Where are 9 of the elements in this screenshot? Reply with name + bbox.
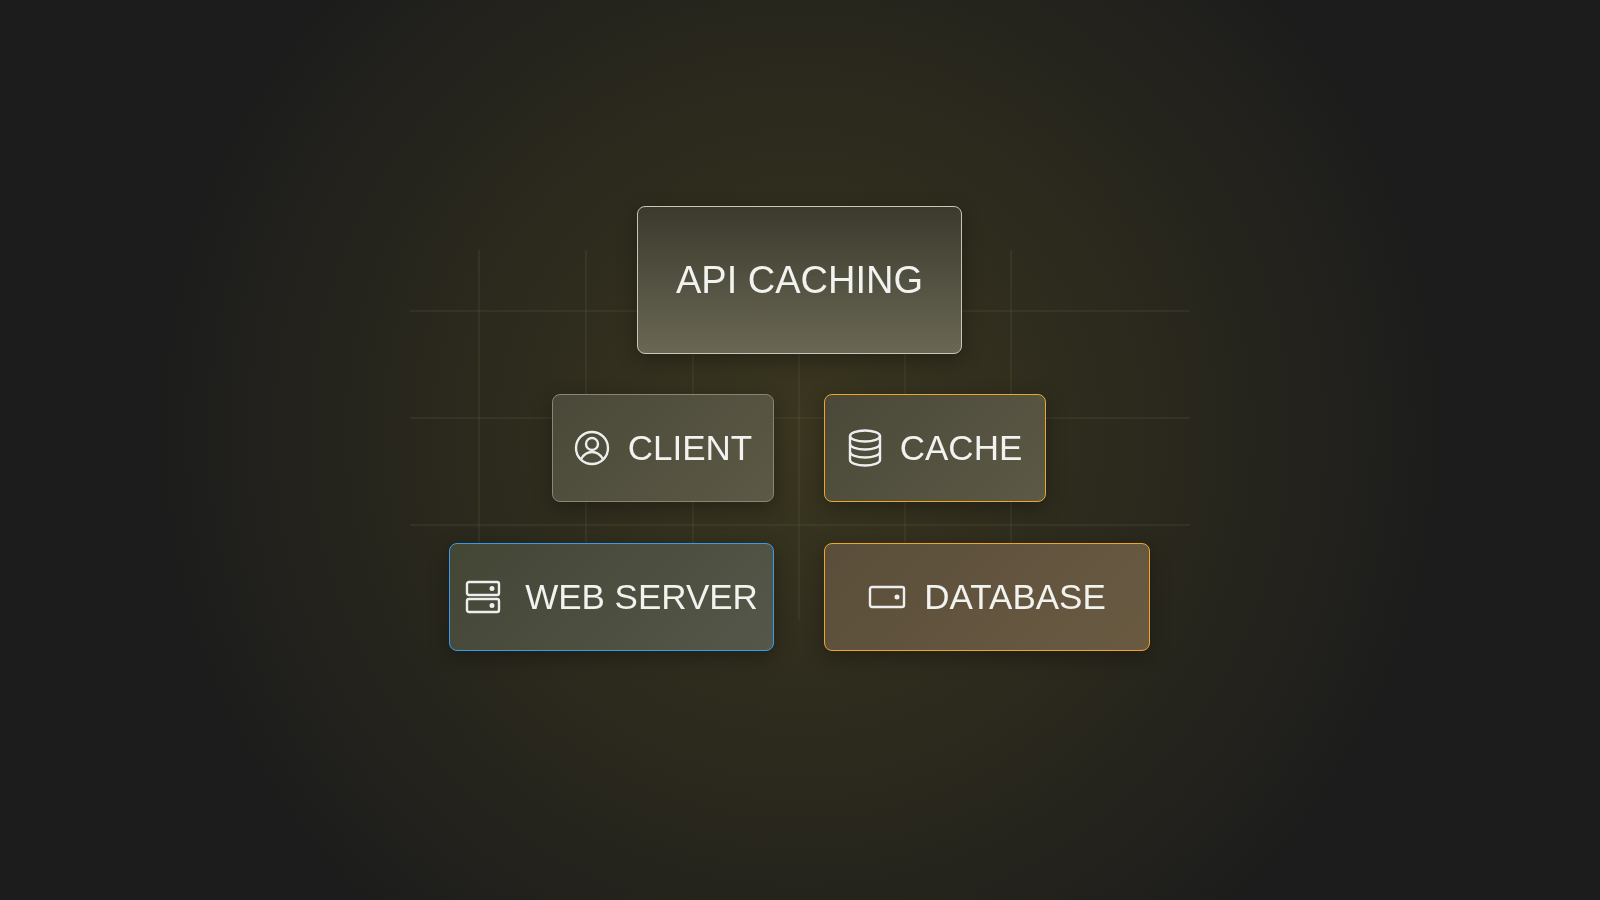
node-label: API CACHING (675, 258, 923, 302)
user-icon (573, 430, 610, 466)
node-label: CLIENT (627, 428, 753, 468)
node-label: CACHE (899, 428, 1023, 468)
drive-icon (868, 585, 907, 609)
database-icon (847, 429, 882, 467)
node-label: WEB SERVER (525, 577, 758, 617)
node-label: DATABASE (924, 577, 1106, 617)
server-icon (465, 580, 502, 614)
